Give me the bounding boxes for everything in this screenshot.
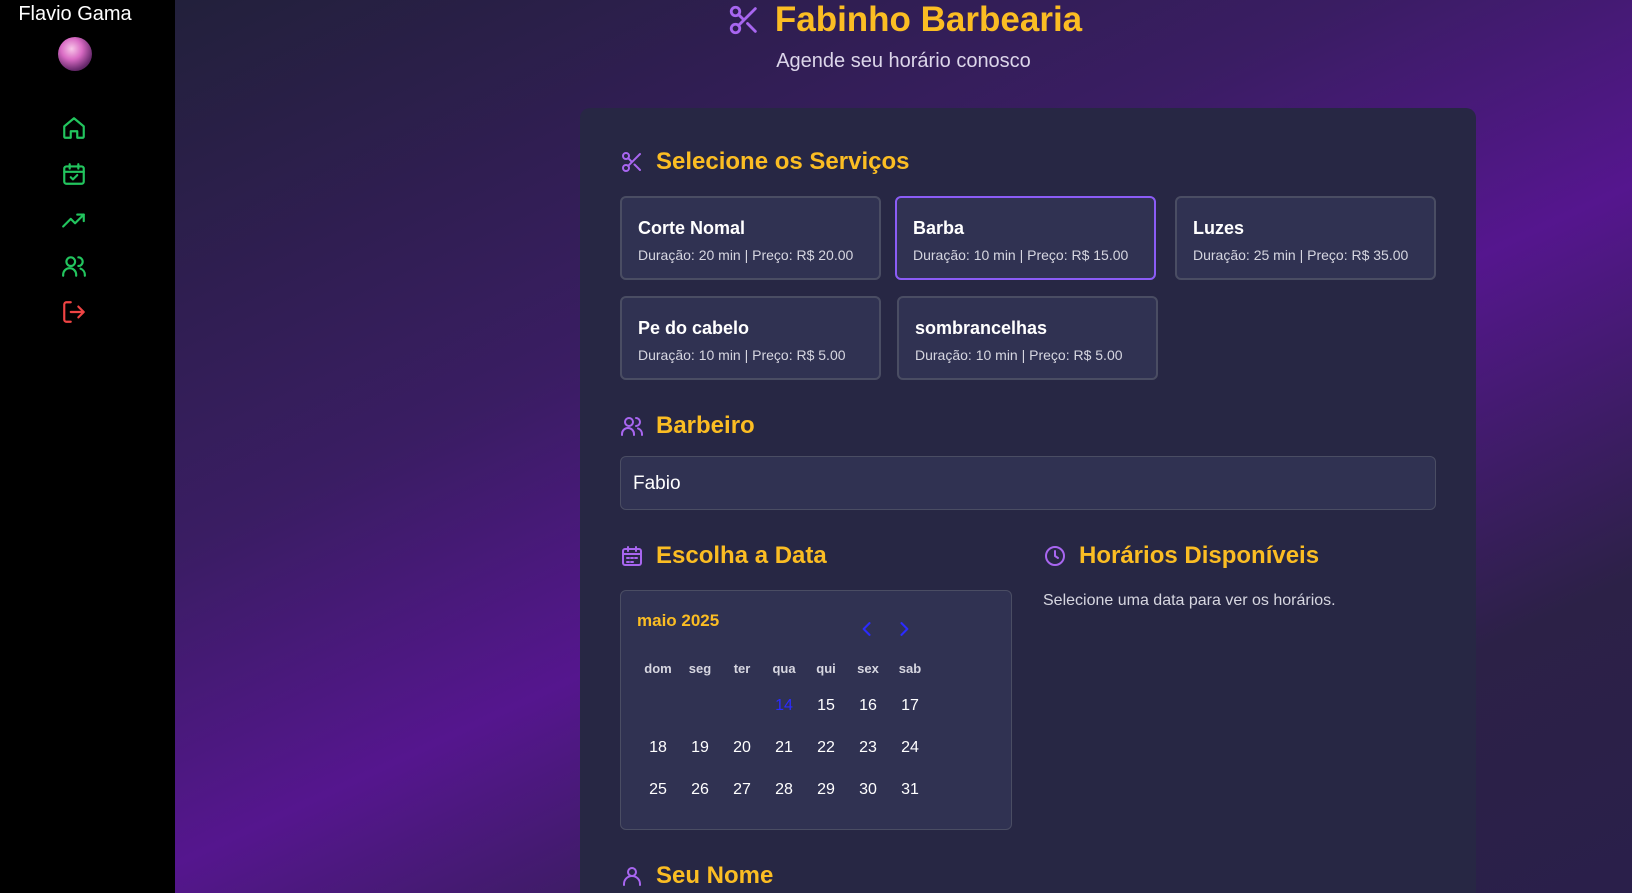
main-area: Fabinho Barbearia Agende seu horário con… (175, 0, 1632, 893)
page-subtitle: Agende seu horário conosco (776, 50, 1031, 72)
calendar-weekday: sex (857, 661, 879, 676)
date-title: Escolha a Data (656, 542, 827, 569)
chevron-left-icon[interactable] (857, 619, 877, 639)
calendar-weekday: ter (733, 661, 751, 676)
service-info: Duração: 20 min | Preço: R$ 20.00 (638, 247, 854, 263)
avatar[interactable] (58, 37, 92, 71)
calendar-day[interactable]: 27 (721, 781, 763, 799)
calendar-day[interactable]: 23 (847, 739, 889, 757)
date-heading: Escolha a Data (620, 542, 827, 570)
slots-title: Horários Disponíveis (1079, 542, 1320, 569)
user-icon (623, 867, 641, 886)
barber-heading: Barbeiro (620, 412, 755, 440)
service-card-luzes[interactable]: Luzes Duração: 25 min | Preço: R$ 35.00 (1175, 196, 1436, 280)
service-card-sombrancelhas[interactable]: sombrancelhas Duração: 10 min | Preço: R… (897, 296, 1158, 380)
users-icon (621, 417, 643, 436)
sidebar: Flavio Gama (0, 0, 175, 893)
calendar-month: maio 2025 (637, 611, 720, 630)
calendar-weekday: sab (898, 661, 922, 676)
calendar-day[interactable]: 19 (679, 739, 721, 757)
name-title: Seu Nome (656, 862, 774, 889)
home-icon[interactable] (60, 114, 88, 142)
service-card-barba[interactable]: Barba Duração: 10 min | Preço: R$ 15.00 (895, 196, 1156, 280)
user-name: Flavio Gama (18, 3, 132, 25)
calendar-day[interactable]: 29 (805, 781, 847, 799)
barber-select[interactable]: Fabio (620, 456, 1436, 510)
name-heading: Seu Nome (620, 862, 773, 890)
service-card-corte-nomal[interactable]: Corte Nomal Duração: 20 min | Preço: R$ … (620, 196, 881, 280)
service-name: Corte Nomal (638, 218, 746, 238)
service-card-pe-do-cabelo[interactable]: Pe do cabelo Duração: 10 min | Preço: R$… (620, 296, 881, 380)
services-heading: Selecione os Serviços (620, 148, 909, 176)
calendar-day[interactable]: 28 (763, 781, 805, 799)
calendar-day[interactable]: 21 (763, 739, 805, 757)
calendar-day[interactable]: 17 (889, 697, 931, 715)
service-info: Duração: 10 min | Preço: R$ 5.00 (638, 347, 846, 363)
calendar-weekday: dom (644, 661, 672, 676)
calendar: maio 2025 dom seg ter qua qui sex sab 14 15 16 17 1… (620, 590, 1012, 830)
calendar-check-icon[interactable] (60, 160, 88, 188)
service-info: Duração: 25 min | Preço: R$ 35.00 (1193, 247, 1409, 263)
service-name: Barba (913, 218, 965, 238)
logout-icon[interactable] (60, 298, 88, 326)
page-title: Fabinho Barbearia (774, 0, 1083, 39)
calendar-day[interactable]: 22 (805, 739, 847, 757)
trending-up-icon[interactable] (60, 206, 88, 234)
service-info: Duração: 10 min | Preço: R$ 15.00 (913, 247, 1129, 263)
calendar-weekday: seg (688, 661, 712, 676)
calendar-day[interactable]: 18 (637, 739, 679, 757)
services-title: Selecione os Serviços (656, 148, 910, 175)
calendar-weekday: qui (816, 661, 836, 676)
calendar-weekday: qua (772, 661, 796, 676)
service-name: Luzes (1193, 218, 1245, 238)
calendar-day[interactable]: 31 (889, 781, 931, 799)
calendar-day[interactable]: 14 (763, 697, 805, 715)
calendar-day[interactable]: 30 (847, 781, 889, 799)
calendar-day[interactable]: 24 (889, 739, 931, 757)
chevron-right-icon[interactable] (894, 619, 914, 639)
service-name: sombrancelhas (915, 318, 1048, 338)
calendar-day[interactable]: 25 (637, 781, 679, 799)
slots-heading: Horários Disponíveis (1043, 542, 1319, 570)
users-icon[interactable] (60, 252, 88, 280)
header: Fabinho Barbearia (175, 0, 1632, 40)
service-info: Duração: 10 min | Preço: R$ 5.00 (915, 347, 1123, 363)
slots-message: Selecione uma data para ver os horários. (1043, 592, 1336, 609)
calendar-day[interactable]: 16 (847, 697, 889, 715)
scissors-icon (729, 5, 757, 35)
calendar-day[interactable]: 20 (721, 739, 763, 757)
calendar-icon (622, 546, 642, 566)
barber-title: Barbeiro (656, 412, 755, 439)
service-name: Pe do cabelo (638, 318, 750, 338)
clock-icon (1045, 546, 1065, 566)
calendar-day[interactable]: 15 (805, 697, 847, 715)
booking-card: Selecione os Serviços Corte Nomal Duraçã… (580, 108, 1476, 893)
calendar-day[interactable]: 26 (679, 781, 721, 799)
scissors-icon (622, 152, 641, 172)
